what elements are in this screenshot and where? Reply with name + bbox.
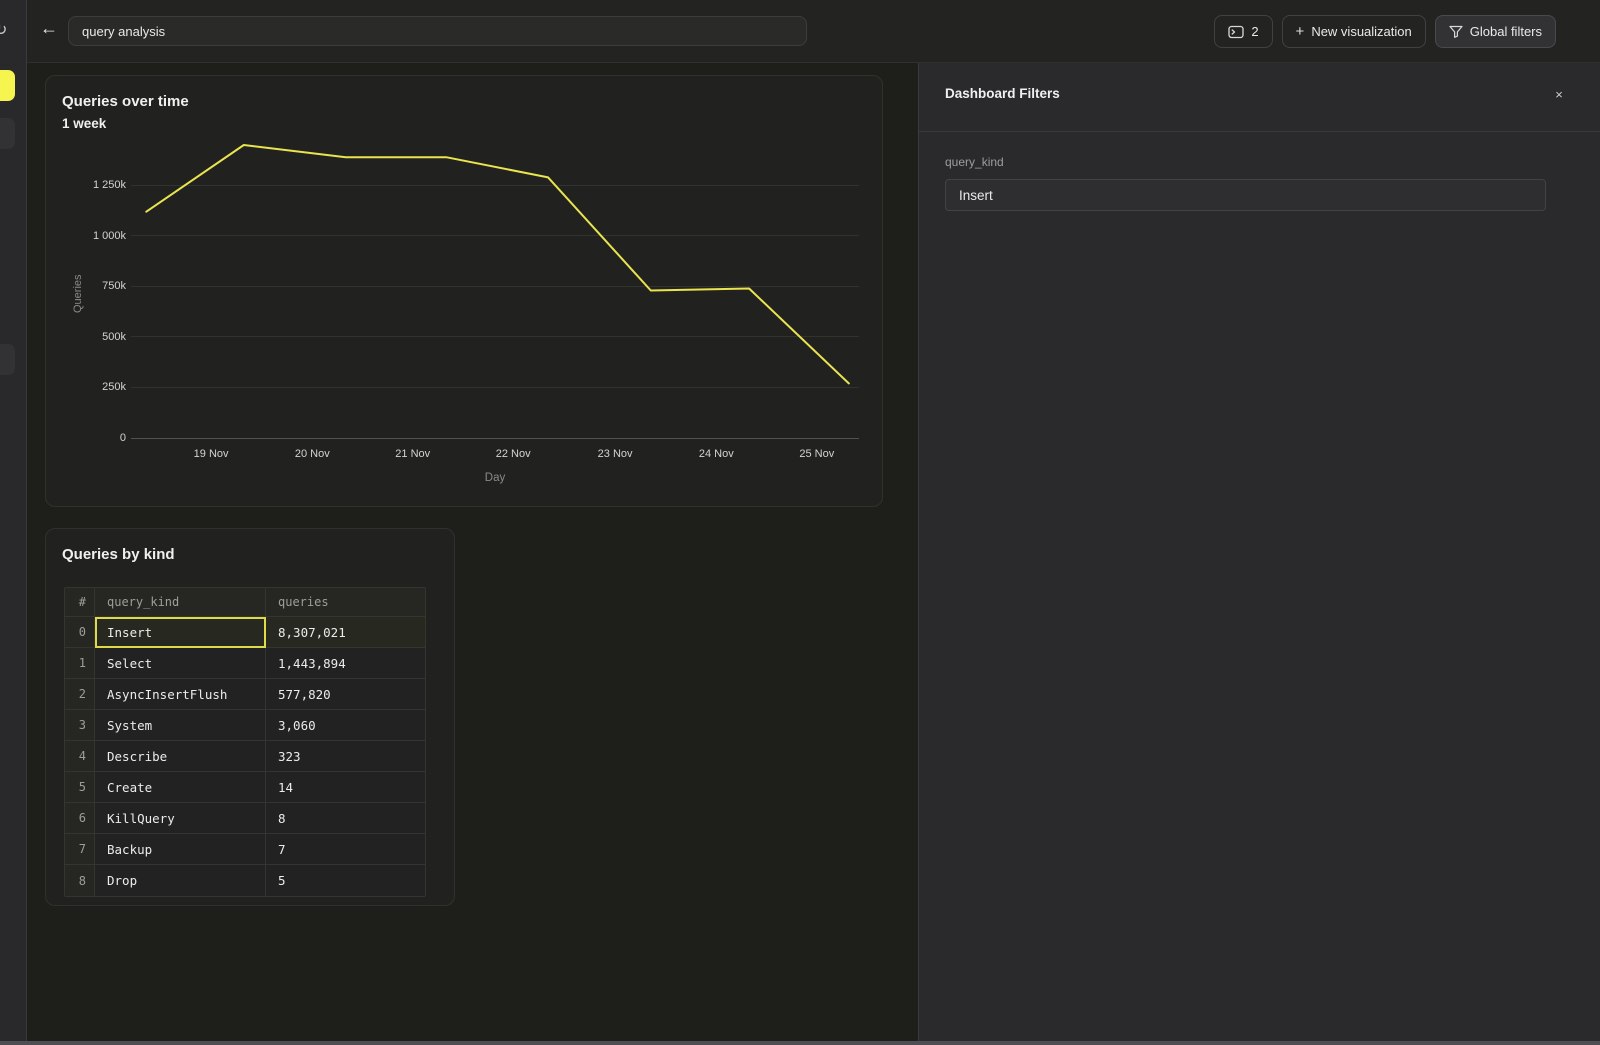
queries-table: # query_kind queries 0Insert8,307,021 1Se… <box>64 587 426 897</box>
global-filters-button[interactable]: Global filters <box>1435 15 1556 48</box>
x-axis-tick-label: 22 Nov <box>496 448 531 460</box>
console-count-label: 2 <box>1251 24 1258 39</box>
dashboard-canvas: Queries over time 1 week Queries 1 250k1… <box>27 63 917 1045</box>
row-index-cell: 6 <box>65 803 95 834</box>
y-axis-tick-label: 250k <box>102 380 126 394</box>
line-chart[interactable] <box>131 141 859 438</box>
query-kind-cell[interactable]: Describe <box>95 741 266 772</box>
queries-by-kind-card[interactable]: Queries by kind # query_kind queries 0In… <box>45 528 455 906</box>
sidebar-item[interactable] <box>0 344 15 375</box>
row-index-cell: 0 <box>65 617 95 648</box>
y-axis-tick-label: 1 000k <box>93 229 126 243</box>
queries-value-cell[interactable]: 323 <box>266 741 425 772</box>
new-visualization-button[interactable]: + New visualization <box>1282 15 1426 48</box>
x-axis-tick-label: 23 Nov <box>598 448 633 460</box>
sidebar-item-active[interactable] <box>0 70 15 101</box>
filter-field-label: query_kind <box>945 155 1546 169</box>
console-icon <box>1228 25 1244 39</box>
y-axis-tick-label: 0 <box>120 431 126 445</box>
queries-value-cell[interactable]: 577,820 <box>266 679 425 710</box>
query-kind-cell[interactable]: Drop <box>95 865 266 896</box>
query-kind-cell[interactable]: Backup <box>95 834 266 865</box>
column-header-query-kind[interactable]: query_kind <box>95 588 266 617</box>
row-index-cell: 3 <box>65 710 95 741</box>
x-axis-tick-label: 25 Nov <box>799 448 834 460</box>
chart-title: Queries over time <box>62 93 189 110</box>
queries-value-cell[interactable]: 7 <box>266 834 425 865</box>
left-sidebar: ↻ <box>0 0 27 1045</box>
query-kind-cell[interactable]: Create <box>95 772 266 803</box>
queries-value-cell[interactable]: 8 <box>266 803 425 834</box>
y-axis-tick-label: 750k <box>102 279 126 293</box>
x-axis-tick-label: 21 Nov <box>395 448 430 460</box>
queries-value-cell[interactable]: 3,060 <box>266 710 425 741</box>
query-kind-cell[interactable]: Insert <box>95 617 266 648</box>
query-kind-cell[interactable]: Select <box>95 648 266 679</box>
sql-console-count-button[interactable]: 2 <box>1214 15 1272 48</box>
topbar-actions: 2 + New visualization Global filters <box>1214 15 1556 48</box>
queries-over-time-card[interactable]: Queries over time 1 week Queries 1 250k1… <box>45 75 883 507</box>
x-axis-labels: 19 Nov 20 Nov 21 Nov 22 Nov 23 Nov 24 Nov 25 N… <box>131 448 859 464</box>
filters-panel-title: Dashboard Filters <box>945 86 1060 101</box>
y-axis-tick-label: 500k <box>102 330 126 344</box>
filter-funnel-icon <box>1449 25 1463 38</box>
x-axis-tick-label: 20 Nov <box>295 448 330 460</box>
row-index-cell: 7 <box>65 834 95 865</box>
query-kind-cell[interactable]: AsyncInsertFlush <box>95 679 266 710</box>
row-index-cell: 5 <box>65 772 95 803</box>
query-kind-cell[interactable]: System <box>95 710 266 741</box>
row-index-cell: 2 <box>65 679 95 710</box>
sidebar-item[interactable] <box>0 118 15 149</box>
row-index-cell: 8 <box>65 865 95 896</box>
close-icon[interactable]: × <box>1551 87 1567 103</box>
column-header-index[interactable]: # <box>65 588 95 617</box>
y-axis-tick-label: 1 250k <box>93 178 126 192</box>
global-filters-label: Global filters <box>1470 24 1542 39</box>
back-button[interactable]: ← <box>40 18 58 39</box>
queries-value-cell[interactable]: 14 <box>266 772 425 803</box>
filter-fields: query_kind Insert <box>945 155 1546 211</box>
chart-subtitle: 1 week <box>62 116 106 131</box>
x-axis-title: Day <box>464 472 526 484</box>
dashboard-title-input[interactable] <box>68 16 807 46</box>
queries-value-cell[interactable]: 8,307,021 <box>266 617 425 648</box>
refresh-icon[interactable]: ↻ <box>0 20 7 40</box>
filter-value-input[interactable]: Insert <box>945 179 1546 211</box>
plus-icon: + <box>1296 23 1305 40</box>
row-index-cell: 4 <box>65 741 95 772</box>
top-bar: ← 2 + New visualization Global filters <box>27 0 1600 63</box>
row-index-cell: 1 <box>65 648 95 679</box>
y-axis-labels: 1 250k1 000k750k500k250k0 <box>51 141 126 438</box>
queries-value-cell[interactable]: 5 <box>266 865 425 896</box>
x-axis-tick-label: 19 Nov <box>194 448 229 460</box>
dashboard-filters-panel: Dashboard Filters × query_kind Insert <box>918 63 1600 1045</box>
query-kind-cell[interactable]: KillQuery <box>95 803 266 834</box>
x-axis-tick-label: 24 Nov <box>699 448 734 460</box>
new-visualization-label: New visualization <box>1311 24 1411 39</box>
window-bottom-edge <box>0 1041 1600 1045</box>
queries-value-cell[interactable]: 1,443,894 <box>266 648 425 679</box>
panel-divider <box>919 131 1600 132</box>
column-header-queries[interactable]: queries <box>266 588 425 617</box>
series-line <box>146 145 849 383</box>
table-title: Queries by kind <box>62 546 175 563</box>
